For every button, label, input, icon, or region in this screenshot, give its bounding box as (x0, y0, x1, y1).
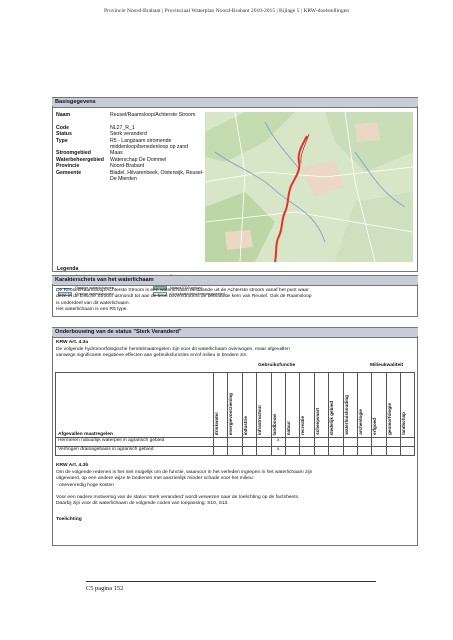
basis-key: Naam (56, 112, 71, 118)
impact-mark (328, 446, 344, 456)
karakterschets-text: De Reusel/Raamsloop/Achterste Stroom is … (56, 288, 416, 314)
page-number: C5 pagina 152 (86, 585, 124, 592)
impact-mark (212, 437, 229, 447)
impact-mark (385, 437, 402, 447)
column-header-label: geomorfologie (386, 403, 392, 435)
column-header: waterhuishouding (342, 372, 358, 438)
impact-mark (371, 446, 387, 456)
column-header-label: waterhuishouding (343, 395, 349, 435)
impact-mark (356, 437, 373, 447)
basis-info-list: Naam Reusel/Raamsloop/Achterste Stroom Cod… (56, 112, 206, 192)
map-svg (205, 112, 413, 262)
basis-key: Gemeente (56, 169, 82, 176)
impact-mark (284, 437, 301, 447)
impact-mark (299, 437, 315, 447)
impact-mark (227, 446, 243, 456)
toelichting-title: Toelichting (56, 517, 82, 522)
impact-mark: x (270, 437, 286, 447)
measure-label: Hermeren natuurlijk waterpeil in agraris… (55, 437, 214, 447)
column-header: scheepvaart (313, 372, 330, 438)
column-header: landschap (400, 372, 416, 438)
map-urban-area (225, 230, 253, 250)
impact-mark: x (270, 446, 286, 456)
impact-mark (400, 437, 416, 447)
column-header: drinkwater (212, 372, 229, 438)
impact-mark (212, 446, 229, 456)
impact-mark (256, 437, 272, 447)
column-header: stedelijk gebied (328, 372, 344, 438)
impact-mark (313, 437, 330, 447)
column-header-label: archeologie (357, 409, 363, 435)
map-urban-area (355, 122, 380, 142)
impact-mark (342, 437, 358, 447)
impact-mark (356, 446, 373, 456)
column-header: energievoorziening (227, 372, 243, 438)
art-4-3a-title: KRW Art. 4.3a (56, 340, 89, 345)
basis-value: R5 - Langzaam stromende middenloop/bened… (110, 137, 189, 150)
column-header-label: drinkwater (214, 411, 219, 435)
impact-mark (241, 446, 258, 456)
section-title-onderbouwing: Onderbouwing van de status "Sterk Verand… (55, 329, 182, 336)
table-row: Hermeren natuurlijk waterpeil in agraris… (55, 437, 416, 447)
motivering-text: Voor een nadere motivering van de status… (56, 495, 416, 508)
impact-mark (342, 446, 358, 456)
column-header-label: natuur (285, 420, 291, 435)
legend-title: Legenda (57, 266, 79, 272)
impact-mark (241, 437, 258, 447)
art-4-3b-title: KRW Art. 4.3b (56, 463, 89, 468)
column-header-label: landschap (401, 412, 407, 435)
column-header: natuur (284, 372, 301, 438)
impact-mark (313, 446, 330, 456)
column-header-label: erfgoed (372, 418, 378, 435)
column-header: infrastructuur (256, 372, 272, 438)
group-milieukwaliteit: Milieukwaliteit (370, 363, 404, 368)
impact-mark (385, 446, 402, 456)
column-header-label: scheepvaart (314, 408, 320, 435)
impact-mark (328, 437, 344, 447)
motivering-line: Daarbij zijn voor dit waterlichaam de vo… (56, 501, 229, 507)
impact-mark (227, 437, 243, 447)
impact-mark (256, 446, 272, 456)
column-header-label: landbouw (271, 413, 277, 435)
art-4-3b-line: - onevenredig hoge kosten (56, 482, 114, 488)
basis-key: Type (56, 137, 68, 144)
maatregelen-table: Afgevallen maatregelen drinkwater energiev… (55, 372, 416, 456)
column-header: archeologie (356, 372, 373, 438)
measure-label: Verhogen drainagebasis in agrarisch gebi… (55, 446, 214, 456)
column-header-label: infrastructuur (257, 404, 263, 435)
column-header: industrie (241, 372, 258, 438)
column-header-label: industrie (242, 415, 248, 435)
impact-mark (299, 446, 315, 456)
column-header: erfgoed (371, 372, 387, 438)
karakterschets-line: Het waterlichaam is een R5 type. (56, 307, 128, 313)
column-header-label: energievoorziening (228, 392, 234, 435)
column-header: landbouw (270, 372, 286, 438)
table-header-row: Afgevallen maatregelen drinkwater energiev… (55, 372, 416, 438)
art-4-3a-line: vanwege significante negatieve effecten … (56, 353, 248, 359)
page-header: Provincie Noord-Brabant | Provinciaal Wa… (104, 8, 349, 14)
table-row: Verhogen drainagebasis in agrarisch gebi… (55, 446, 416, 456)
basis-value: Reusel/Raamsloop/Achterste Stroom (110, 112, 196, 118)
impact-mark (400, 446, 416, 456)
location-map (205, 112, 413, 262)
column-header-label: recreatie (300, 415, 306, 435)
impact-mark (371, 437, 387, 447)
basis-value: Bladel, Hilvarenbeek, Oisterwijk, Reusel… (110, 169, 204, 182)
section-title-karakterschets: Karakterschets van het waterlichaam (55, 277, 154, 284)
footer-divider (86, 581, 376, 582)
art-4-3a-text: De volgende hydromorfologische herstelma… (56, 347, 416, 360)
group-gebruiksfunctie: Gebruiksfunctie (258, 363, 296, 368)
column-header-label: stedelijk gebied (329, 400, 335, 435)
art-4-3b-text: Om de volgende redenen is het niet mogel… (56, 470, 416, 489)
column-header: recreatie (299, 372, 315, 438)
row-header-cell: Afgevallen maatregelen (55, 372, 214, 438)
column-header: geomorfologie (385, 372, 402, 438)
section-title-basisgegevens: Basisgegevens (55, 99, 96, 106)
impact-mark (284, 446, 301, 456)
